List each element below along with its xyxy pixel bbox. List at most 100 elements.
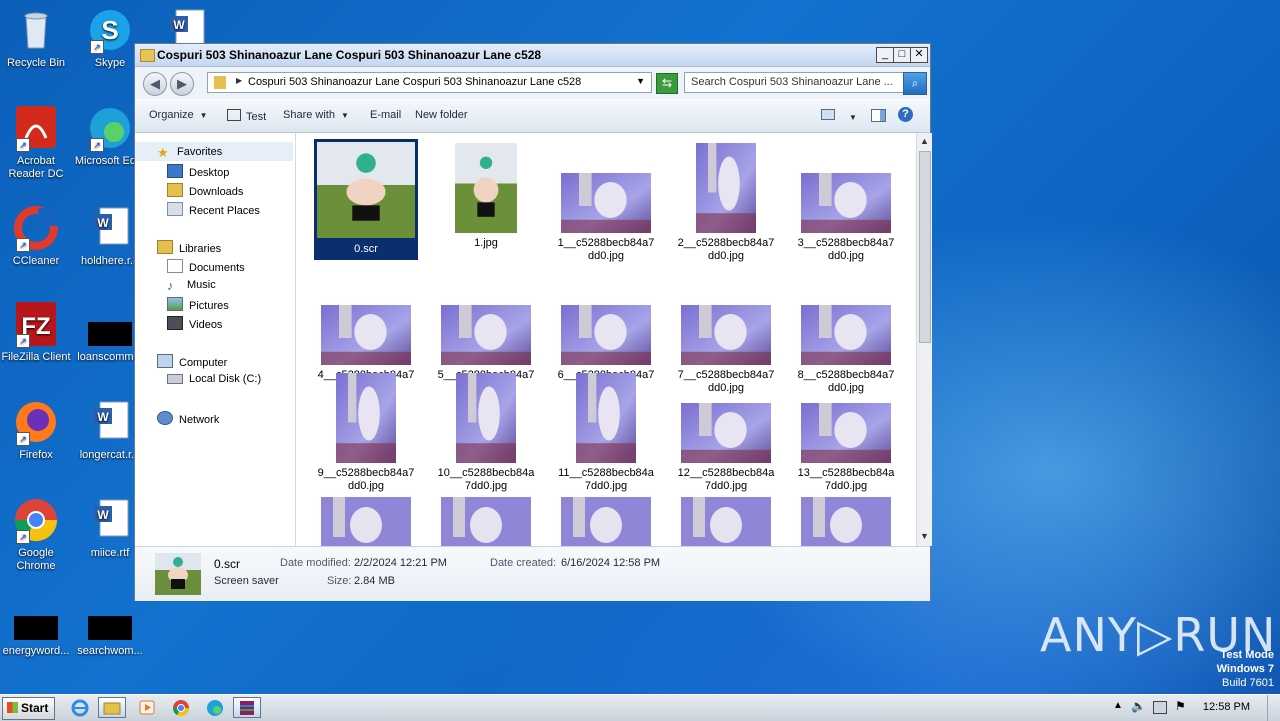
preview-pane-button[interactable] (871, 109, 886, 125)
file-item[interactable]: 12__c5288becb84a 7dd0.jpg (666, 369, 786, 493)
scrollbar-thumb[interactable] (919, 151, 931, 343)
desktop-icon-searchwom[interactable]: searchwom... (74, 594, 146, 658)
black-file-icon (86, 300, 134, 348)
nav-computer[interactable]: Computer (157, 354, 227, 369)
action-center-flag-icon[interactable]: ⚑ (1175, 699, 1186, 713)
forward-button[interactable]: ▶ (170, 72, 194, 96)
email-button[interactable]: E-mail (370, 109, 401, 121)
nav-network[interactable]: Network (157, 411, 219, 426)
desktop-icon-firefox[interactable]: ↗ Firefox (0, 398, 72, 462)
svg-text:W: W (97, 216, 109, 230)
organize-button[interactable]: Organize ▼ (149, 109, 208, 121)
taskbar-ie[interactable] (66, 697, 94, 718)
desktop-icon-recycle-bin[interactable]: Recycle Bin (0, 6, 72, 70)
search-icon[interactable]: ⌕ (903, 72, 927, 95)
breadcrumb-arrow-icon[interactable]: ▶ (236, 76, 242, 85)
taskbar-edge[interactable] (201, 697, 229, 718)
nav-local-disk[interactable]: Local Disk (C:) (167, 373, 261, 385)
nav-recent-places[interactable]: Recent Places (167, 202, 260, 217)
address-row: ◀ ▶ ▶ Cospuri 503 Shinanoazur Lane Cospu… (135, 67, 930, 99)
recycle-bin-icon (12, 6, 60, 54)
address-bar[interactable]: ▶ Cospuri 503 Shinanoazur Lane Cospuri 5… (207, 72, 652, 93)
show-hidden-icons-button[interactable]: ▲ (1113, 700, 1123, 711)
thumbnail-image (561, 305, 651, 365)
nav-downloads[interactable]: Downloads (167, 183, 243, 198)
new-folder-button[interactable]: New folder (415, 109, 468, 121)
file-item-partial[interactable] (321, 497, 411, 546)
title-bar[interactable]: Cospuri 503 Shinanoazur Lane Cospuri 503… (135, 44, 930, 67)
word-document-icon: W (86, 204, 134, 252)
back-button[interactable]: ◀ (143, 72, 167, 96)
file-item-partial[interactable] (681, 497, 771, 546)
taskbar-explorer[interactable] (98, 697, 126, 718)
taskbar-media-player[interactable] (133, 697, 161, 718)
thumbnail-image (681, 305, 771, 365)
nav-favorites[interactable]: ★ Favorites (157, 145, 222, 160)
file-name: 1__c5288becb84a7 dd0.jpg (546, 237, 666, 263)
start-button[interactable]: Start (2, 697, 55, 720)
file-item-partial[interactable] (561, 497, 651, 546)
nav-pictures[interactable]: Pictures (167, 297, 229, 312)
file-item[interactable]: 1.jpg (426, 139, 546, 250)
desktop-icon-acrobat[interactable]: ↗ Acrobat Reader DC (0, 104, 72, 181)
file-name-line: dd0.jpg (587, 250, 625, 262)
nav-videos[interactable]: Videos (167, 316, 222, 331)
network-tray-icon[interactable] (1153, 701, 1167, 714)
desktop-icon-chrome[interactable]: ↗ Google Chrome (0, 496, 72, 573)
svg-text:W: W (97, 410, 109, 424)
file-name-line: dd0.jpg (347, 480, 385, 492)
scroll-down-icon[interactable]: ▼ (920, 531, 929, 541)
file-item[interactable]: 11__c5288becb84a 7dd0.jpg (546, 369, 666, 493)
help-icon: ? (898, 107, 913, 122)
close-button[interactable]: ✕ (910, 47, 928, 63)
file-item-partial[interactable] (441, 497, 531, 546)
search-input[interactable]: Search Cospuri 503 Shinanoazur Lane ... … (684, 72, 927, 95)
file-thumbnail-frame (546, 305, 666, 365)
chrome-icon: ↗ (12, 496, 60, 544)
nav-documents[interactable]: Documents (167, 259, 245, 274)
file-item[interactable]: 9__c5288becb84a7 dd0.jpg (306, 369, 426, 493)
file-name-line: 11__c5288becb84a (558, 467, 654, 479)
volume-icon[interactable]: 🔈 (1131, 699, 1146, 713)
nav-libraries[interactable]: Libraries (157, 240, 221, 255)
file-item[interactable]: 3__c5288becb84a7 dd0.jpg (786, 139, 906, 263)
chevron-down-icon[interactable]: ▼ (636, 76, 645, 86)
skype-icon: S ↗ (86, 6, 134, 54)
winrar-icon (240, 701, 254, 715)
file-item[interactable]: 13__c5288becb84a 7dd0.jpg (786, 369, 906, 493)
desktop-icon (167, 164, 183, 178)
file-list: 0.scr 1.jpg 1__c5288becb84a7 dd0.jpg 2__c528… (296, 133, 916, 546)
file-item[interactable]: 1__c5288becb84a7 dd0.jpg (546, 139, 666, 263)
refresh-button[interactable]: ⇆ (656, 73, 678, 94)
minimize-button[interactable]: _ (876, 47, 894, 63)
help-button[interactable]: ? (898, 107, 913, 122)
file-item-partial[interactable] (801, 497, 891, 546)
file-item[interactable]: 10__c5288becb84a 7dd0.jpg (426, 369, 546, 493)
desktop-icon-energyword[interactable]: energyword... (0, 594, 72, 658)
file-thumbnail-frame (426, 305, 546, 365)
desktop-icon-filezilla[interactable]: FZ ↗ FileZilla Client (0, 300, 72, 364)
details-date-created: 6/16/2024 12:58 PM (561, 557, 661, 569)
nav-music[interactable]: ♪ Music (167, 278, 216, 293)
explorer-window: Cospuri 503 Shinanoazur Lane Cospuri 503… (134, 43, 932, 601)
drive-icon (167, 374, 183, 384)
nav-desktop[interactable]: Desktop (167, 164, 229, 179)
downloads-icon (167, 183, 183, 197)
file-item[interactable]: 2__c5288becb84a7 dd0.jpg (666, 139, 786, 263)
share-with-button[interactable]: Share with ▼ (283, 109, 349, 121)
file-name-line: 7dd0.jpg (584, 480, 628, 492)
scroll-up-icon[interactable]: ▲ (920, 136, 929, 146)
file-item[interactable]: 0.scr (306, 139, 426, 260)
maximize-button[interactable]: □ (893, 47, 911, 63)
view-options-button[interactable]: ▼ (821, 109, 857, 123)
taskbar: Start ▲ 🔈 ⚑ 12:58 PM (0, 694, 1280, 721)
taskbar-chrome[interactable] (167, 697, 195, 718)
file-name-line: dd0.jpg (827, 250, 865, 262)
clock[interactable]: 12:58 PM (1203, 701, 1250, 713)
file-name-line: 13__c5288becb84a (797, 467, 895, 479)
vertical-scrollbar[interactable]: ▲ ▼ (916, 133, 932, 546)
show-desktop-button[interactable] (1267, 695, 1280, 721)
desktop-icon-ccleaner[interactable]: ↗ CCleaner (0, 204, 72, 268)
test-button[interactable]: Test (227, 109, 266, 123)
taskbar-winrar[interactable] (233, 697, 261, 718)
